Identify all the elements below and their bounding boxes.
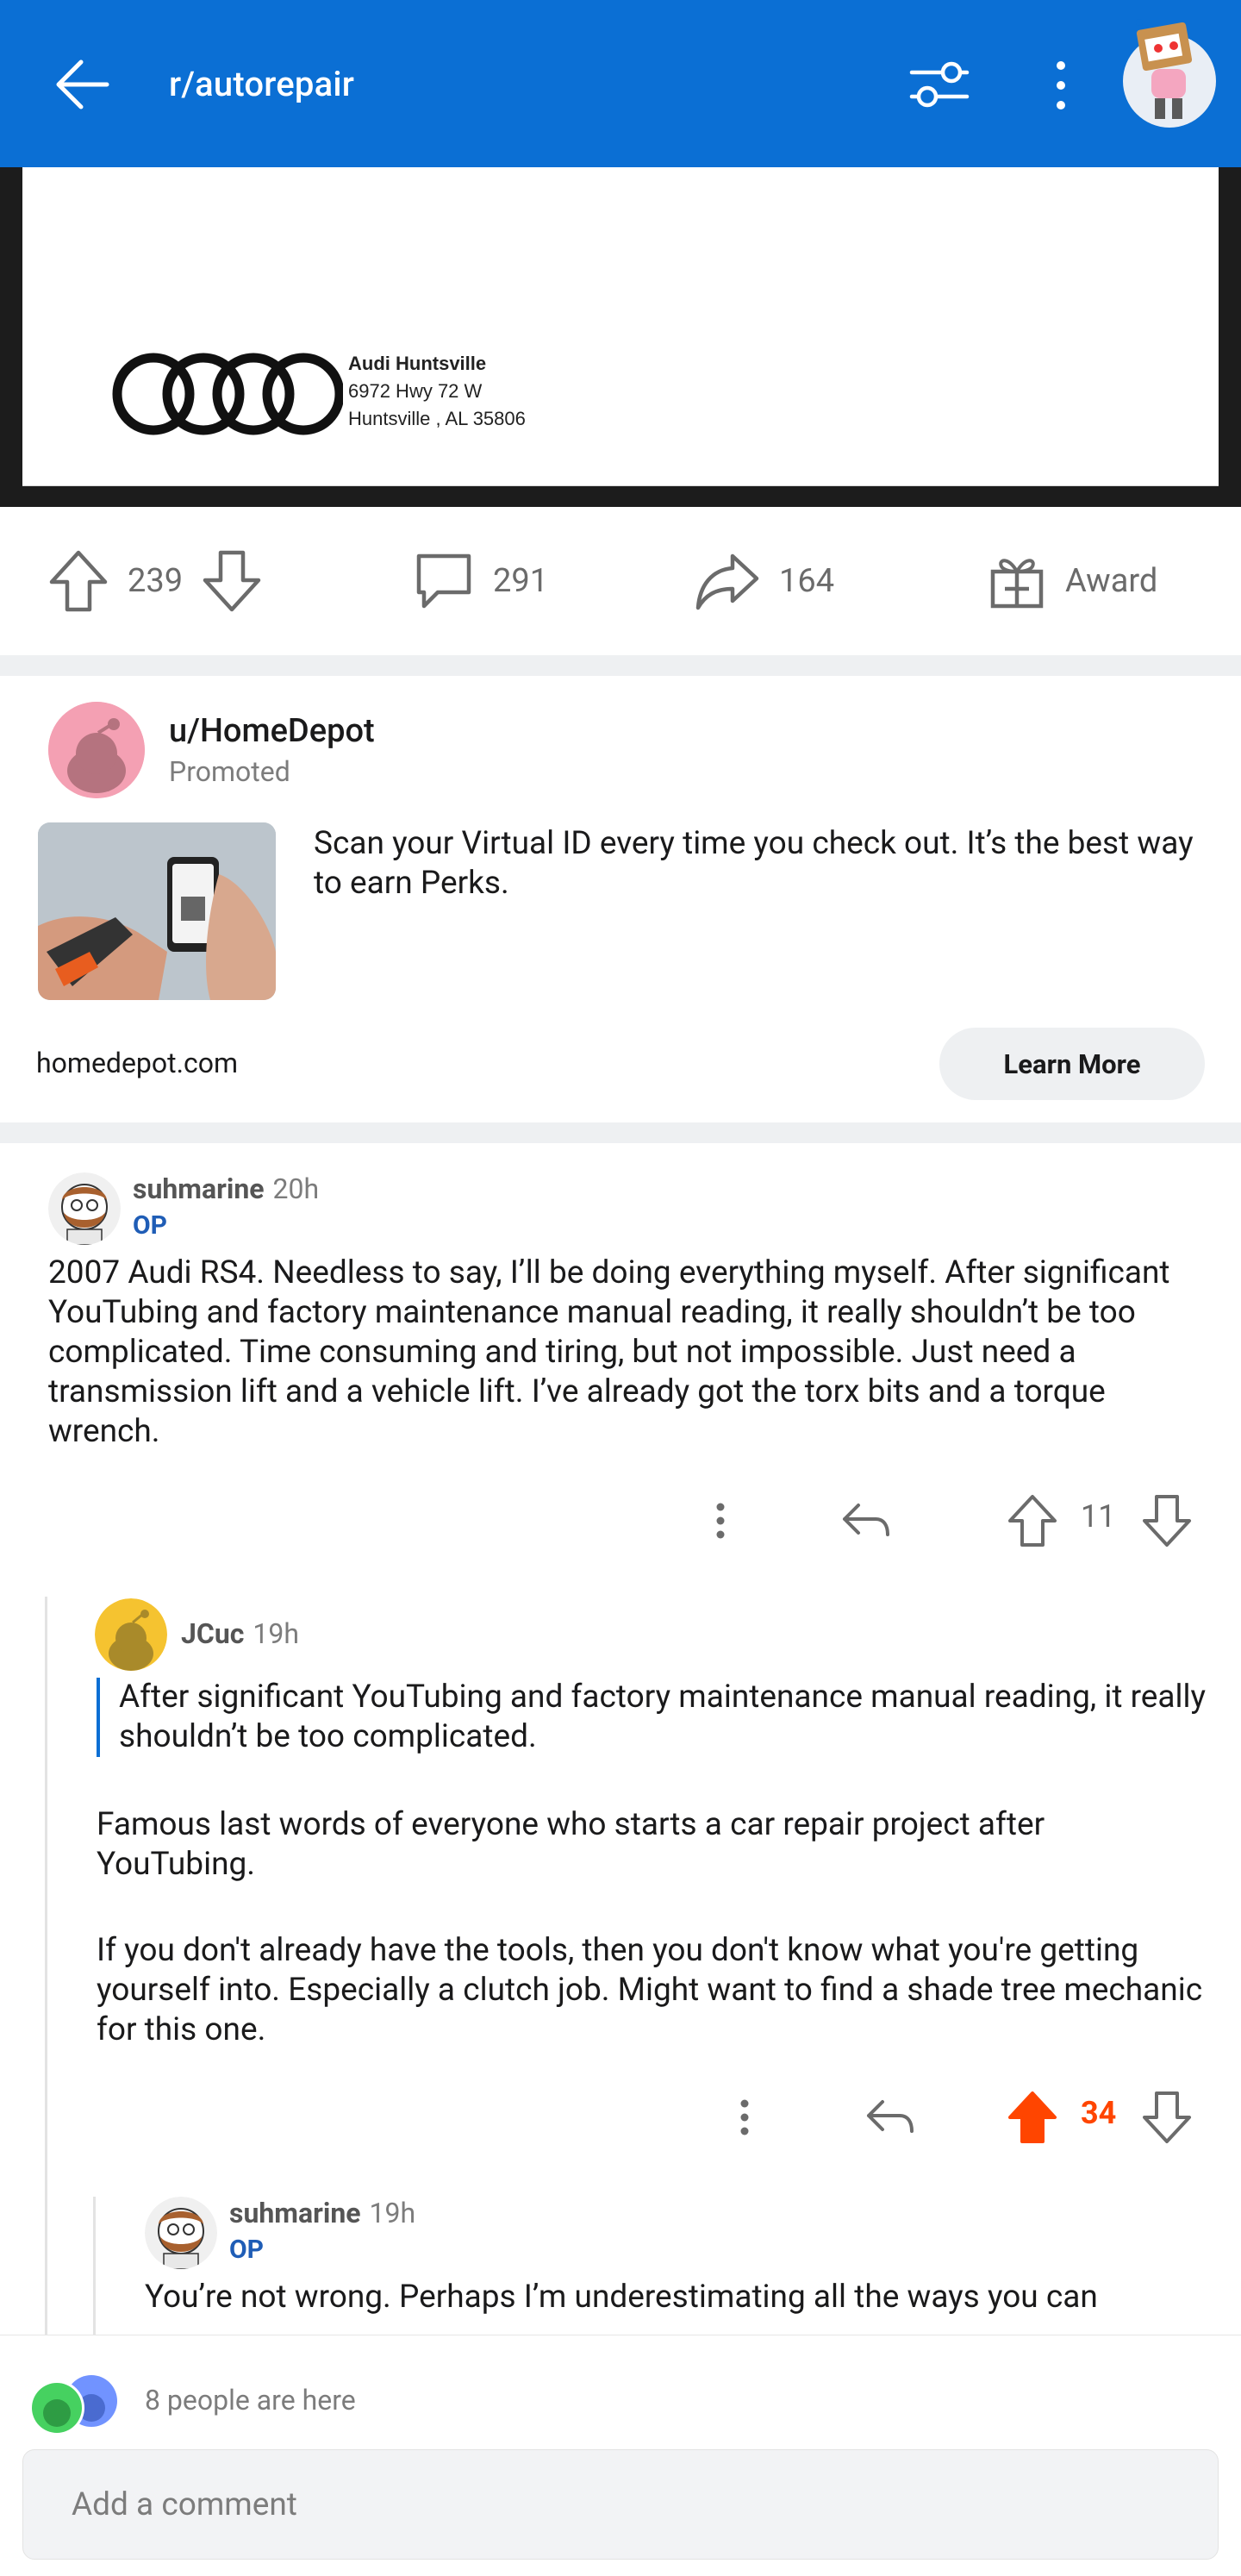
comment-author[interactable]: JCuc 19h (181, 1617, 299, 1650)
comment-timestamp: 19h (253, 1617, 299, 1650)
share-count: 164 (779, 562, 835, 600)
thread-line[interactable] (93, 2197, 96, 2338)
comment-upvote-icon-active[interactable] (1007, 2083, 1058, 2152)
add-comment-input[interactable] (22, 2449, 1219, 2560)
back-arrow-icon[interactable] (50, 52, 115, 117)
commenter-avatar[interactable] (145, 2197, 217, 2269)
comment-upvote-icon[interactable] (1007, 1486, 1058, 1555)
subreddit-title: r/autorepair (169, 64, 355, 104)
app-header: r/autorepair (0, 0, 1241, 167)
op-badge: OP (133, 1210, 168, 1241)
comments-button[interactable]: 291 (414, 507, 567, 655)
comment-body-paragraph: Famous last words of everyone who starts… (97, 1806, 1045, 1883)
sort-filter-icon[interactable] (908, 59, 970, 110)
reply-icon[interactable] (838, 1486, 893, 1555)
comment-downvote-icon[interactable] (1141, 2083, 1193, 2152)
reply-icon[interactable] (862, 2083, 917, 2152)
comment-count: 291 (493, 562, 549, 600)
comment-composer-bar: 8 people are here (0, 2335, 1241, 2576)
vote-group: 239 (48, 507, 262, 655)
share-icon (695, 553, 759, 610)
learn-more-button[interactable]: Learn More (939, 1028, 1205, 1100)
post-action-bar: 239 291 164 Award (0, 507, 1241, 655)
gift-icon (990, 559, 1044, 609)
commenter-avatar[interactable] (48, 1172, 121, 1245)
ad-body-text: Scan your Virtual ID every time you chec… (314, 825, 1194, 902)
op-badge: OP (229, 2235, 265, 2265)
thread-line[interactable] (45, 1597, 47, 2338)
comment-more-icon[interactable] (727, 2083, 762, 2152)
promoted-post[interactable]: u/HomeDepot Promoted Scan your Virtual I… (0, 676, 1241, 1122)
advertiser-avatar[interactable] (48, 702, 145, 798)
advertiser-username[interactable]: u/HomeDepot (169, 712, 375, 750)
presence-avatars-icon (29, 2375, 117, 2435)
comment-more-icon[interactable] (703, 1486, 738, 1555)
audi-logo-icon (112, 353, 343, 435)
user-avatar[interactable] (1120, 16, 1219, 128)
section-divider (0, 655, 1241, 676)
comment-bubble-icon (416, 553, 471, 609)
post-image[interactable]: Audi Huntsville 6972 Hwy 72 W Huntsville… (0, 167, 1241, 507)
award-label: Award (1065, 562, 1158, 600)
presence-count: 8 people are here (145, 2384, 356, 2417)
ad-domain-link[interactable]: homedepot.com (36, 1047, 238, 1079)
comment-downvote-icon[interactable] (1141, 1486, 1193, 1555)
comment-body: You’re not wrong. Perhaps I’m underestim… (145, 2279, 1098, 2316)
downvote-icon[interactable] (202, 549, 262, 613)
comment-actions: 11 (0, 1486, 1241, 1555)
comment-author[interactable]: suhmarine 20h (133, 1172, 319, 1205)
section-divider (0, 1122, 1241, 1143)
commenter-avatar[interactable] (95, 1598, 167, 1671)
dealer-address: Audi Huntsville 6972 Hwy 72 W Huntsville… (348, 353, 526, 429)
dealer-letterhead: Audi Huntsville 6972 Hwy 72 W Huntsville… (22, 167, 1219, 486)
comment-actions: 34 (0, 2083, 1241, 2152)
promoted-label: Promoted (169, 755, 290, 788)
quoted-text: After significant YouTubing and factory … (97, 1678, 1208, 1757)
upvote-icon[interactable] (48, 549, 109, 613)
upvote-count: 239 (128, 562, 184, 600)
comment-timestamp: 19h (369, 2197, 416, 2229)
overflow-menu-icon[interactable] (1046, 57, 1076, 114)
comment-author[interactable]: suhmarine 19h (229, 2197, 415, 2229)
comment-score: 11 (1081, 1498, 1116, 1535)
comment-body-paragraph: If you don't already have the tools, the… (97, 1932, 1203, 2048)
award-button[interactable]: Award (988, 507, 1176, 655)
comment-body: 2007 Audi RS4. Needless to say, I’ll be … (48, 1254, 1170, 1450)
comment-timestamp: 20h (272, 1172, 320, 1205)
comment-thread: suhmarine 20h OP 2007 Audi RS4. Needless … (0, 1148, 1241, 2338)
share-button[interactable]: 164 (695, 507, 853, 655)
ad-thumbnail[interactable] (38, 822, 276, 1000)
comment-score: 34 (1081, 2095, 1117, 2131)
